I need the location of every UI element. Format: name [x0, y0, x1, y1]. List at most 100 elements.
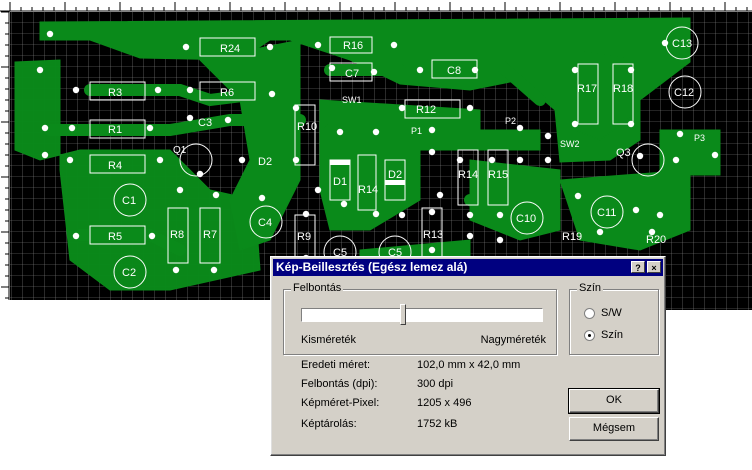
- pad: [544, 156, 552, 164]
- pad: [672, 156, 680, 164]
- pcb-label: D2: [388, 169, 402, 181]
- pad: [224, 116, 232, 124]
- info-label: Képtárolás:: [301, 418, 357, 430]
- pcb-label: R6: [220, 87, 234, 99]
- pad: [571, 120, 579, 128]
- radio-bw-circle[interactable]: [584, 308, 595, 319]
- pad: [636, 152, 644, 160]
- pcb-label: C12: [674, 87, 694, 99]
- pad: [466, 104, 474, 112]
- pcb-label: R8: [170, 229, 184, 241]
- pad: [496, 236, 504, 244]
- pcb-label: C1: [122, 195, 136, 207]
- pad: [372, 128, 380, 136]
- pad: [156, 156, 164, 164]
- pad: [258, 194, 266, 202]
- pad: [210, 266, 218, 274]
- image-insert-dialog: Kép-Beillesztés (Egész lemez alá) ? × Fe…: [270, 256, 666, 456]
- pad: [72, 232, 80, 240]
- pcb-label: R12: [416, 104, 436, 116]
- pad: [574, 192, 582, 200]
- pad: [292, 156, 300, 164]
- color-group-label: Szín: [577, 282, 604, 294]
- pad: [661, 39, 669, 47]
- pad: [398, 211, 406, 219]
- pad: [428, 126, 436, 134]
- pcb-label: R16: [343, 40, 363, 52]
- close-button[interactable]: ×: [647, 261, 661, 273]
- color-group: Szín S/W Szín: [569, 282, 659, 355]
- info-label: Képméret-Pixel:: [301, 397, 380, 409]
- pad: [268, 90, 276, 98]
- info-value: 102,0 mm x 42,0 mm: [417, 359, 521, 371]
- pcb-label: P2: [505, 116, 516, 126]
- top-ruler: [0, 0, 752, 11]
- pad: [428, 148, 436, 156]
- help-button[interactable]: ?: [631, 261, 645, 273]
- pad: [488, 156, 496, 164]
- pcb-label: R17: [577, 83, 597, 95]
- pad: [336, 128, 344, 136]
- pad: [496, 211, 504, 219]
- pad: [266, 43, 274, 51]
- pcb-label: R18: [613, 83, 633, 95]
- cancel-button[interactable]: Mégsem: [569, 417, 659, 441]
- pad: [176, 186, 184, 194]
- resolution-group-label: Felbontás: [291, 282, 344, 294]
- radio-bw-label[interactable]: S/W: [601, 307, 622, 319]
- pad: [340, 200, 348, 208]
- pcb-label: C7: [345, 68, 359, 80]
- pad: [436, 191, 444, 199]
- pcb-label: R15: [488, 169, 508, 181]
- pad: [292, 104, 300, 112]
- pcb-label: R4: [108, 160, 122, 172]
- pad: [516, 156, 524, 164]
- pcb-label: R20: [646, 234, 666, 246]
- pcb-label: C3: [198, 117, 212, 129]
- pcb-label: R3: [108, 87, 122, 99]
- pcb-label: R1: [108, 124, 122, 136]
- pad: [466, 211, 474, 219]
- pcb-label: R13: [423, 229, 443, 241]
- pad: [516, 124, 524, 132]
- pcb-label: C10: [516, 213, 536, 225]
- slider-max-label: Nagyméreték: [480, 334, 546, 346]
- pad: [41, 124, 49, 132]
- pad: [711, 151, 719, 159]
- radio-color-label[interactable]: Szín: [601, 329, 623, 341]
- pad: [372, 210, 380, 218]
- info-value: 300 dpi: [417, 378, 454, 390]
- pcb-label: Q3: [616, 147, 631, 159]
- pcb-label: C2: [122, 267, 136, 279]
- pad: [676, 130, 684, 138]
- pcb-label: C8: [447, 65, 461, 77]
- resolution-slider-thumb[interactable]: [399, 304, 406, 325]
- radio-color-circle[interactable]: [584, 330, 595, 341]
- pad: [186, 86, 194, 94]
- info-value: 1752 kB: [417, 418, 458, 430]
- ok-button[interactable]: OK: [568, 388, 660, 414]
- dialog-titlebar[interactable]: Kép-Beillesztés (Egész lemez alá) ? ×: [273, 259, 663, 276]
- pad: [428, 208, 436, 216]
- info-label: Felbontás (dpi):: [301, 378, 378, 390]
- resolution-slider-track[interactable]: [301, 308, 543, 322]
- pcb-label: SW2: [560, 139, 580, 149]
- pad: [416, 66, 424, 74]
- pad: [398, 104, 406, 112]
- pcb-label: R14: [458, 169, 478, 181]
- pcb-label: R10: [297, 121, 317, 133]
- pad: [66, 156, 74, 164]
- pcb-label: C11: [597, 207, 616, 219]
- pcb-label: R5: [108, 231, 122, 243]
- pcb-label: D1: [333, 176, 347, 188]
- pad: [212, 191, 220, 199]
- pad: [148, 232, 156, 240]
- resolution-group: Felbontás Kisméreték Nagyméreték: [283, 282, 557, 355]
- pad: [314, 41, 322, 49]
- pcb-label: R9: [297, 231, 311, 243]
- pad: [544, 132, 552, 140]
- pcb-label: R14: [358, 184, 378, 196]
- pcb-label: C4: [258, 217, 272, 229]
- pad: [571, 66, 579, 74]
- info-value: 1205 x 496: [417, 397, 472, 409]
